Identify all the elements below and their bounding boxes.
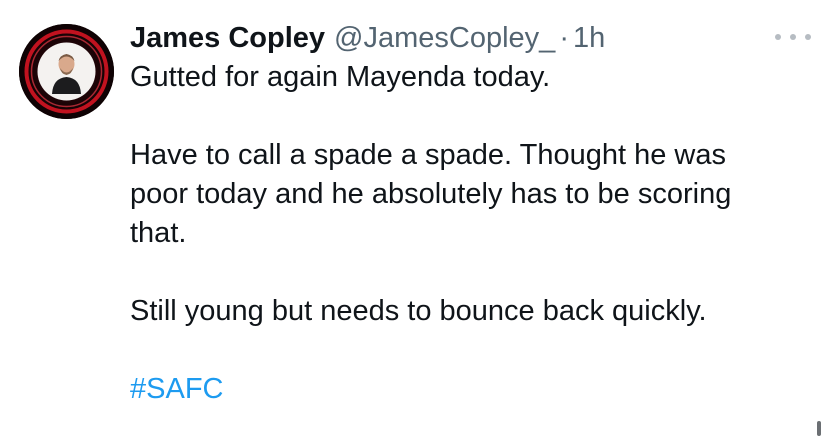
author-name[interactable]: James Copley: [130, 18, 325, 58]
hashtag-link[interactable]: #SAFC: [130, 373, 223, 405]
separator-dot: ·: [559, 22, 569, 54]
more-dot: [805, 34, 811, 40]
author-handle[interactable]: @JamesCopley_: [334, 18, 555, 58]
tweet-header: James Copley @JamesCopley_ · 1h: [130, 18, 810, 58]
tweet-line: Gutted for again Mayenda today.: [130, 61, 551, 93]
tweet-line: that.: [130, 217, 187, 249]
tweet-content: James Copley @JamesCopley_ · 1h Gutted f…: [130, 18, 810, 409]
more-dot: [775, 34, 781, 40]
timestamp[interactable]: 1h: [573, 18, 605, 58]
more-options-icon[interactable]: [775, 30, 811, 44]
tweet-text: Gutted for again Mayenda today. Have to …: [130, 58, 810, 409]
scrollbar-thumb[interactable]: [817, 421, 821, 436]
tweet-line: Still young but needs to bounce back qui…: [130, 295, 707, 327]
more-dot: [790, 34, 796, 40]
avatar[interactable]: [19, 24, 114, 119]
avatar-image: [19, 24, 114, 119]
tweet-line: poor today and he absolutely has to be s…: [130, 178, 732, 210]
tweet-line: Have to call a spade a spade. Thought he…: [130, 139, 726, 171]
tweet-card: James Copley @JamesCopley_ · 1h Gutted f…: [0, 0, 827, 436]
